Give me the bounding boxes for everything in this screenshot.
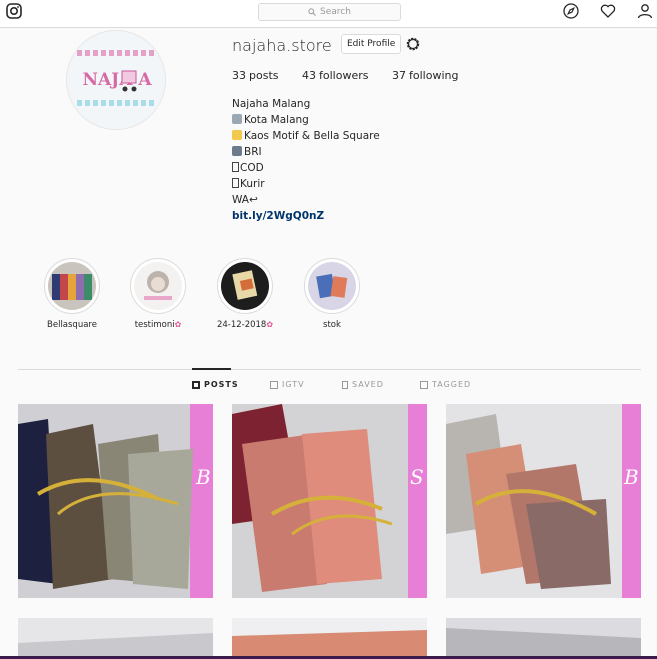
post-thumbnail[interactable] [18, 618, 213, 658]
heart-activity-icon[interactable] [600, 3, 616, 19]
post-thumbnail[interactable]: S [232, 404, 427, 598]
tab-posts[interactable]: POSTS [192, 380, 239, 389]
highlight-24-12-2018[interactable]: 24-12-2018✿ [215, 258, 275, 330]
search-placeholder: Search [320, 7, 351, 17]
bio-wa-line: WA↩ [232, 194, 258, 206]
profile-bio: Najaha Malang Kota Malang Kaos Motif & B… [232, 96, 380, 224]
tab-tagged[interactable]: TAGGED [420, 380, 471, 389]
followers-count[interactable]: 43 followers [302, 69, 392, 82]
heart-emoji-icon [232, 130, 242, 140]
highlight-cover-image [48, 262, 96, 310]
instagram-logo-icon[interactable] [6, 3, 22, 19]
svg-text:B: B [623, 465, 639, 489]
highlight-cover-image [308, 262, 356, 310]
following-count[interactable]: 37 following [392, 69, 458, 82]
edit-profile-button[interactable]: Edit Profile [341, 34, 402, 54]
flower-emoji-icon: ✿ [266, 320, 274, 329]
tag-person-icon [420, 380, 428, 389]
profile-stats: 33 posts 43 followers 37 following [232, 69, 458, 82]
house-emoji-icon [232, 114, 242, 124]
post-image: B [18, 404, 213, 598]
post-image [446, 618, 641, 658]
bio-link[interactable]: bit.ly/2WgQ0nZ [232, 208, 380, 224]
tabs-divider [18, 369, 641, 370]
bio-cod-line: COD [232, 160, 380, 176]
profile-user-icon[interactable] [637, 3, 653, 19]
post-thumbnail[interactable]: B [18, 404, 213, 598]
najaha-logo: NAJA A [67, 31, 165, 129]
highlight-bellasquare[interactable]: Bellasquare [42, 258, 102, 330]
settings-gear-icon[interactable] [404, 35, 422, 53]
profile-avatar[interactable]: NAJA A [66, 30, 166, 130]
bio-courier-line: Kurir [232, 176, 380, 192]
post-thumbnail[interactable]: B [446, 404, 641, 598]
top-navigation-bar: Search [0, 0, 657, 28]
post-image: B [446, 404, 641, 598]
bio-products-line: Kaos Motif & Bella Square [232, 128, 380, 144]
avatar-logo-text: NAJA A [82, 70, 152, 90]
search-input[interactable]: Search [258, 3, 401, 21]
search-icon [308, 8, 316, 16]
posts-count: 33 posts [232, 69, 279, 82]
missing-glyph-icon [232, 178, 239, 188]
tab-igtv[interactable]: IGTV [270, 380, 305, 389]
bookmark-icon [342, 380, 348, 389]
tab-saved[interactable]: SAVED [342, 380, 384, 389]
svg-text:B: B [195, 465, 211, 489]
return-arrow-icon: ↩ [249, 194, 258, 206]
flower-emoji-icon: ✿ [174, 320, 182, 329]
highlight-cover-image [134, 262, 182, 310]
post-thumbnail[interactable] [232, 618, 427, 658]
active-tab-indicator [192, 368, 231, 370]
bio-name: Najaha Malang [232, 98, 311, 110]
grid-icon [192, 380, 200, 389]
tv-icon [270, 380, 278, 389]
post-image: S [232, 404, 427, 598]
explore-compass-icon[interactable] [563, 3, 579, 19]
highlight-stok[interactable]: stok [302, 258, 362, 330]
bio-location-line: Kota Malang [232, 112, 380, 128]
atm-emoji-icon [232, 146, 242, 156]
svg-text:S: S [410, 465, 424, 489]
post-image [18, 618, 213, 658]
highlight-cover-image [221, 262, 269, 310]
post-image [232, 618, 427, 658]
missing-glyph-icon [232, 162, 239, 172]
profile-username: najaha.store [232, 36, 332, 55]
highlight-testimoni[interactable]: testimoni✿ [128, 258, 188, 330]
post-thumbnail[interactable] [446, 618, 641, 658]
bio-bank-line: BRI [232, 144, 380, 160]
